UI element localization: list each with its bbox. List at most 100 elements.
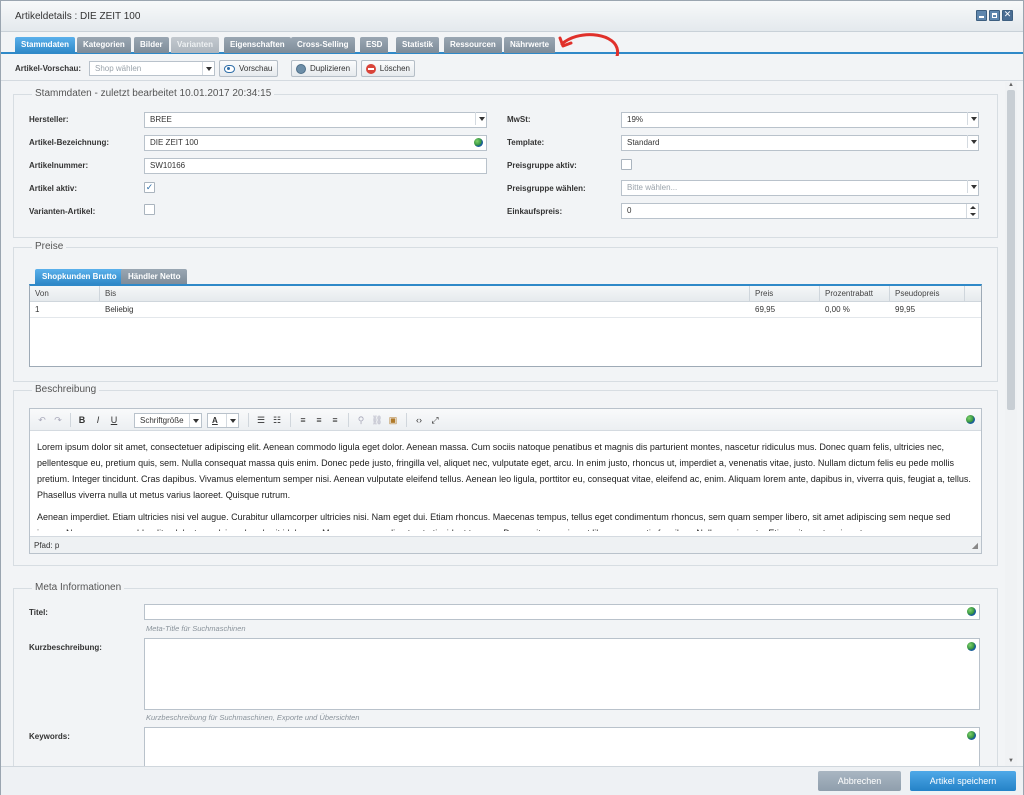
- beschreibung-legend: Beschreibung: [32, 384, 100, 395]
- price-grid: Von Bis Preis Prozentrabatt Pseudopreis …: [29, 284, 982, 367]
- table-row[interactable]: 1 Beliebig 69,95 0,00 % 99,95: [30, 302, 981, 318]
- titel-label: Titel:: [29, 608, 48, 617]
- artikelnummer-label: Artikelnummer:: [29, 161, 89, 170]
- tab-esd[interactable]: ESD: [360, 37, 389, 53]
- hersteller-select[interactable]: BREE: [144, 112, 487, 128]
- save-article-button[interactable]: Artikel speichern: [910, 771, 1016, 791]
- font-color-select[interactable]: A: [207, 413, 239, 428]
- meta-title-input[interactable]: [144, 604, 980, 620]
- tab-varianten: Varianten: [171, 37, 220, 53]
- scroll-up-icon[interactable]: ▲: [1005, 82, 1017, 90]
- artikelnummer-input[interactable]: SW10166: [144, 158, 487, 174]
- meta-description-hint: Kurzbeschreibung für Suchmaschinen, Expo…: [146, 713, 360, 722]
- editor-toolbar: ↶ ↷ B I U Schriftgröße A ☰ ☷ ≡ ≡ ≡ ⚲ ⛓ ▣…: [30, 409, 981, 431]
- einkaufspreis-input[interactable]: 0: [621, 203, 979, 219]
- preisgruppe-select[interactable]: Bitte wählen...: [621, 180, 979, 196]
- duplicate-button[interactable]: Duplizieren: [291, 60, 357, 77]
- column-header-von[interactable]: Von: [30, 286, 100, 302]
- fullscreen-icon[interactable]: ⤢: [428, 413, 442, 427]
- tab-shopkunden-brutto[interactable]: Shopkunden Brutto: [35, 269, 124, 284]
- column-header-pseudopreis[interactable]: Pseudopreis: [890, 286, 965, 302]
- translation-globe-icon[interactable]: [966, 415, 975, 424]
- numbered-list-icon[interactable]: ☷: [270, 413, 284, 427]
- bullet-list-icon[interactable]: ☰: [254, 413, 268, 427]
- meta-title-hint: Meta-Title für Suchmaschinen: [146, 624, 246, 633]
- tab-stammdaten[interactable]: Stammdaten: [15, 37, 76, 53]
- keywords-label: Keywords:: [29, 732, 70, 741]
- column-header-prozentrabatt[interactable]: Prozentrabatt: [820, 286, 890, 302]
- form-content: Stammdaten - zuletzt bearbeitet 10.01.20…: [1, 82, 1004, 766]
- mwst-label: MwSt:: [507, 115, 531, 124]
- link-icon[interactable]: ⚲: [354, 413, 368, 427]
- source-code-icon[interactable]: ‹›: [412, 413, 426, 427]
- title-bar[interactable]: Artikeldetails : DIE ZEIT 100: [1, 1, 1023, 32]
- delete-button[interactable]: Löschen: [361, 60, 415, 77]
- chevron-down-icon[interactable]: [475, 112, 487, 125]
- chevron-down-icon[interactable]: [226, 414, 238, 427]
- editor-content[interactable]: Lorem ipsum dolor sit amet, consectetuer…: [30, 431, 981, 531]
- price-grid-header: Von Bis Preis Prozentrabatt Pseudopreis: [30, 286, 981, 302]
- element-path: Pfad: p: [34, 541, 60, 550]
- translation-globe-icon[interactable]: [967, 642, 976, 651]
- meta-keywords-textarea[interactable]: [144, 727, 980, 766]
- translation-globe-icon[interactable]: [967, 731, 976, 740]
- translation-globe-icon[interactable]: [967, 607, 976, 616]
- chevron-down-icon[interactable]: [189, 414, 201, 427]
- tab-eigenschaften[interactable]: Eigenschaften: [224, 37, 291, 53]
- shop-select[interactable]: Shop wählen: [89, 61, 215, 76]
- preisgruppe-aktiv-checkbox[interactable]: [621, 159, 632, 170]
- undo-icon[interactable]: ↶: [36, 413, 48, 427]
- preisgruppe-label: Preisgruppe wählen:: [507, 184, 586, 193]
- window-title: Artikeldetails : DIE ZEIT 100: [15, 11, 141, 22]
- artikel-aktiv-label: Artikel aktiv:: [29, 184, 78, 193]
- chevron-down-icon[interactable]: [967, 180, 979, 193]
- bezeichnung-input[interactable]: DIE ZEIT 100: [144, 135, 487, 151]
- chevron-down-icon[interactable]: [967, 135, 979, 148]
- tab-naehrwerte[interactable]: Nährwerte: [504, 37, 556, 53]
- align-right-icon[interactable]: ≡: [328, 413, 342, 427]
- preview-button[interactable]: Vorschau: [219, 60, 278, 77]
- chevron-down-icon[interactable]: [202, 62, 214, 75]
- bold-icon[interactable]: B: [76, 413, 88, 427]
- meta-description-textarea[interactable]: [144, 638, 980, 710]
- chevron-down-icon[interactable]: [967, 112, 979, 125]
- align-left-icon[interactable]: ≡: [296, 413, 310, 427]
- tab-haendler-netto[interactable]: Händler Netto: [121, 269, 188, 284]
- bezeichnung-label: Artikel-Bezeichnung:: [29, 138, 110, 147]
- hersteller-label: Hersteller:: [29, 115, 69, 124]
- mwst-select[interactable]: 19%: [621, 112, 979, 128]
- underline-icon[interactable]: U: [108, 413, 120, 427]
- column-header-bis[interactable]: Bis: [100, 286, 750, 302]
- unlink-icon[interactable]: ⛓: [370, 413, 384, 427]
- scroll-down-icon[interactable]: ▼: [1005, 758, 1017, 766]
- delete-icon: [366, 63, 376, 74]
- tab-bilder[interactable]: Bilder: [134, 37, 169, 53]
- italic-icon[interactable]: I: [92, 413, 104, 427]
- align-center-icon[interactable]: ≡: [312, 413, 326, 427]
- tab-kategorien[interactable]: Kategorien: [77, 37, 131, 53]
- stepper-icon[interactable]: [966, 204, 978, 218]
- tab-statistik[interactable]: Statistik: [396, 37, 440, 53]
- column-header-preis[interactable]: Preis: [750, 286, 820, 302]
- artikel-aktiv-checkbox[interactable]: ✓: [144, 182, 155, 193]
- cancel-button[interactable]: Abbrechen: [818, 771, 901, 791]
- close-icon[interactable]: [1002, 9, 1013, 21]
- scrollbar-thumb[interactable]: [1007, 90, 1015, 410]
- minimize-icon[interactable]: [976, 10, 987, 21]
- template-label: Template:: [507, 138, 545, 147]
- einkaufspreis-label: Einkaufspreis:: [507, 207, 563, 216]
- article-details-window: Artikeldetails : DIE ZEIT 100 Stammdaten…: [0, 0, 1024, 795]
- template-select[interactable]: Standard: [621, 135, 979, 151]
- varianten-artikel-checkbox[interactable]: [144, 204, 155, 215]
- preise-legend: Preise: [32, 241, 67, 252]
- maximize-icon[interactable]: [989, 10, 1000, 21]
- translation-globe-icon[interactable]: [474, 138, 483, 147]
- resize-handle-icon[interactable]: ◢: [972, 537, 978, 554]
- media-manager-icon[interactable]: ▣: [386, 413, 400, 427]
- tab-ressourcen[interactable]: Ressourcen: [444, 37, 502, 53]
- description-paragraph: Lorem ipsum dolor sit amet, consectetuer…: [37, 442, 971, 500]
- vertical-scrollbar[interactable]: ▲ ▼: [1005, 82, 1017, 766]
- tab-cross-selling[interactable]: Cross-Selling: [291, 37, 355, 53]
- font-size-select[interactable]: Schriftgröße: [134, 413, 202, 428]
- redo-icon[interactable]: ↷: [52, 413, 64, 427]
